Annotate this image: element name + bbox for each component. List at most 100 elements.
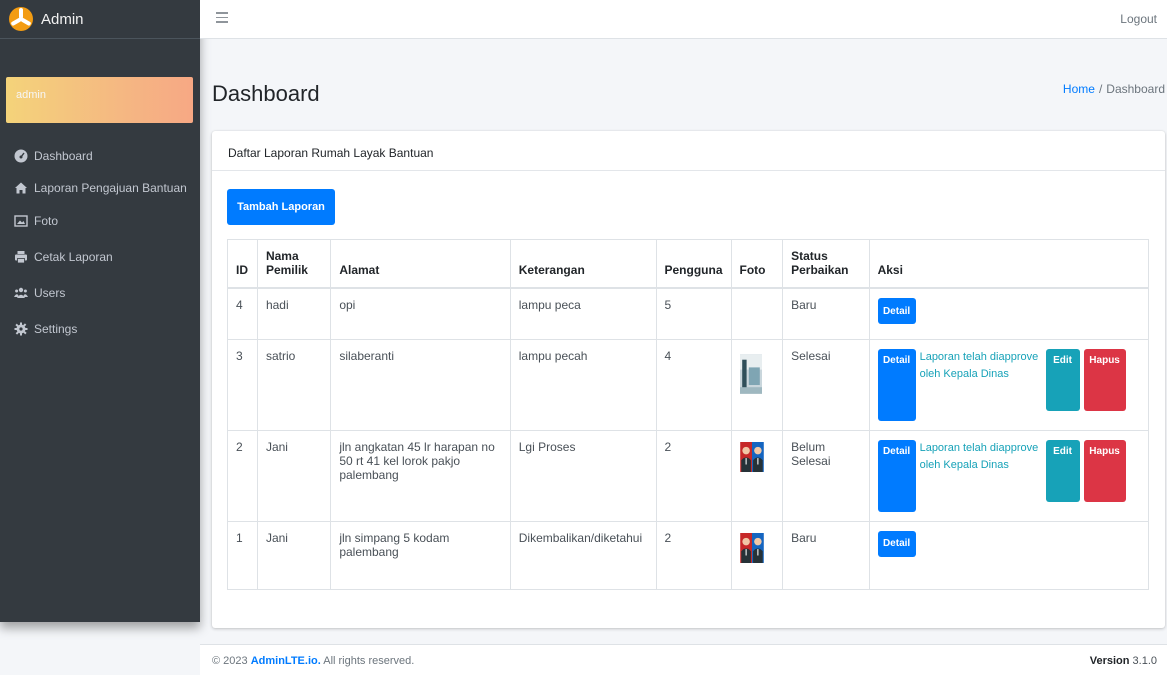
users-icon: [14, 287, 28, 298]
sidebar-item-label: Laporan Pengajuan Bantuan: [34, 181, 187, 195]
sidebar-item-label: Settings: [34, 322, 78, 336]
sidebar-item-label: Foto: [34, 214, 59, 228]
cell-nama: Jani: [256, 520, 332, 590]
cell-pengguna: 4: [655, 338, 732, 431]
cell-foto: [730, 520, 784, 590]
copyright-prefix: © 2023: [212, 655, 251, 667]
logout-link[interactable]: Logout: [1120, 12, 1157, 26]
sidebar-item-dashboard[interactable]: Dashboard: [0, 147, 200, 165]
cell-foto: [730, 287, 784, 340]
column-header-pengguna: Pengguna: [655, 239, 732, 289]
breadcrumb-current: Dashboard: [1106, 82, 1165, 96]
table-row: 3 satrio silaberanti lampu pecah 4 Seles…: [227, 338, 1150, 431]
report-card: Daftar Laporan Rumah Layak Bantuan Tamba…: [212, 131, 1165, 628]
photo-thumbnail[interactable]: [739, 351, 762, 397]
column-header-alamat: Alamat: [330, 239, 511, 289]
version-number: 3.1.0: [1129, 655, 1157, 667]
breadcrumb-separator: /: [1098, 82, 1103, 96]
cell-alamat: opi: [330, 287, 511, 340]
detail-button[interactable]: Detail: [877, 530, 916, 557]
detail-button[interactable]: Detail: [877, 298, 916, 324]
main-sidebar: Admin admin Dashboard Laporan Pengajuan …: [0, 0, 200, 622]
column-header-aksi: Aksi: [868, 239, 1150, 289]
sidebar-item-settings[interactable]: Settings: [0, 320, 200, 338]
column-header-id: ID: [227, 239, 258, 289]
edit-button[interactable]: Edit: [1045, 439, 1080, 502]
sidebar-item-label: Users: [34, 286, 66, 300]
adminlte-logo-icon: [9, 7, 33, 31]
column-header-keterangan: Keterangan: [509, 239, 657, 289]
home-icon: [15, 182, 27, 194]
delete-button[interactable]: Hapus: [1083, 348, 1126, 411]
photo-thumbnail[interactable]: [739, 441, 764, 472]
detail-button[interactable]: Detail: [877, 348, 916, 421]
cell-alamat: silaberanti: [330, 338, 511, 431]
adminlte-link[interactable]: AdminLTE.io.: [251, 655, 321, 667]
cell-status: Belum Selesai: [782, 429, 870, 522]
approval-message: Laporan telah diapprove oleh Kepala Dina…: [919, 441, 1039, 471]
add-report-button[interactable]: Tambah Laporan: [227, 189, 335, 225]
brand-link[interactable]: Admin: [0, 0, 200, 39]
sidebar-nav: Dashboard Laporan Pengajuan Bantuan Foto…: [0, 147, 200, 338]
top-navbar: Logout: [200, 0, 1167, 39]
cell-nama: satrio: [256, 338, 332, 431]
cell-id: 3: [227, 338, 258, 431]
cell-aksi: Detail Laporan telah diapprove oleh Kepa…: [868, 338, 1150, 431]
cell-keterangan: lampu pecah: [509, 338, 657, 431]
sidebar-item-foto[interactable]: Foto: [0, 212, 200, 230]
column-header-foto: Foto: [730, 239, 784, 289]
image-icon: [14, 215, 28, 227]
table-header-row: ID Nama Pemilik Alamat Keterangan Penggu…: [227, 239, 1150, 289]
main-footer: © 2023 AdminLTE.io. All rights reserved.…: [200, 644, 1167, 675]
breadcrumb: Home / Dashboard: [1063, 82, 1165, 96]
cell-keterangan: Dikembalikan/diketahui: [509, 520, 657, 590]
gear-icon: [14, 322, 28, 336]
sidebar-item-label: Dashboard: [34, 149, 93, 163]
report-table: ID Nama Pemilik Alamat Keterangan Penggu…: [227, 239, 1150, 590]
cell-status: Baru: [782, 520, 870, 590]
delete-button[interactable]: Hapus: [1083, 439, 1126, 502]
sidebar-item-cetak-laporan[interactable]: Cetak Laporan: [0, 248, 200, 266]
page-title: Dashboard: [212, 81, 320, 106]
cell-status: Baru: [782, 287, 870, 340]
cell-id: 4: [227, 287, 258, 340]
table-row: 2 Jani jln angkatan 45 lr harapan no 50 …: [227, 429, 1150, 522]
cell-keterangan: lampu peca: [509, 287, 657, 340]
cell-aksi: Detail Laporan telah diapprove oleh Kepa…: [868, 429, 1150, 522]
user-panel[interactable]: admin: [6, 77, 193, 123]
menu-toggle-icon[interactable]: [216, 12, 228, 23]
cell-id: 2: [227, 429, 258, 522]
cell-keterangan: Lgi Proses: [509, 429, 657, 522]
cell-nama: Jani: [256, 429, 332, 522]
sidebar-item-laporan-pengajuan[interactable]: Laporan Pengajuan Bantuan: [0, 179, 200, 197]
cell-alamat: jln simpang 5 kodam palembang: [330, 520, 511, 590]
user-name: admin: [16, 89, 46, 101]
cell-alamat: jln angkatan 45 lr harapan no 50 rt 41 k…: [330, 429, 511, 522]
cell-status: Selesai: [782, 338, 870, 431]
breadcrumb-home-link[interactable]: Home: [1063, 82, 1095, 96]
card-title: Daftar Laporan Rumah Layak Bantuan: [212, 131, 1165, 171]
tachometer-icon: [14, 149, 28, 163]
cell-pengguna: 5: [655, 287, 732, 340]
edit-button[interactable]: Edit: [1045, 348, 1080, 411]
brand-title: Admin: [41, 10, 84, 28]
photo-thumbnail[interactable]: [739, 532, 764, 563]
sidebar-item-users[interactable]: Users: [0, 284, 200, 302]
cell-nama: hadi: [256, 287, 332, 340]
table-row: 4 hadi opi lampu peca 5 Baru Detail: [227, 287, 1150, 340]
detail-button[interactable]: Detail: [877, 439, 916, 512]
cell-id: 1: [227, 520, 258, 590]
print-icon: [15, 251, 27, 264]
cell-foto: [730, 429, 784, 522]
column-header-status-perbaikan: Status Perbaikan: [782, 239, 870, 289]
sidebar-item-label: Cetak Laporan: [34, 250, 113, 264]
version-info: Version 3.1.0: [1090, 655, 1157, 667]
cell-aksi: Detail: [868, 287, 1150, 340]
copyright-suffix: All rights reserved.: [320, 655, 415, 667]
cell-aksi: Detail: [868, 520, 1150, 590]
copyright-text: © 2023 AdminLTE.io. All rights reserved.: [212, 655, 414, 667]
cell-foto: [730, 338, 784, 431]
approval-message: Laporan telah diapprove oleh Kepala Dina…: [919, 350, 1039, 380]
table-row: 1 Jani jln simpang 5 kodam palembang Dik…: [227, 520, 1150, 590]
version-label: Version: [1089, 655, 1130, 667]
